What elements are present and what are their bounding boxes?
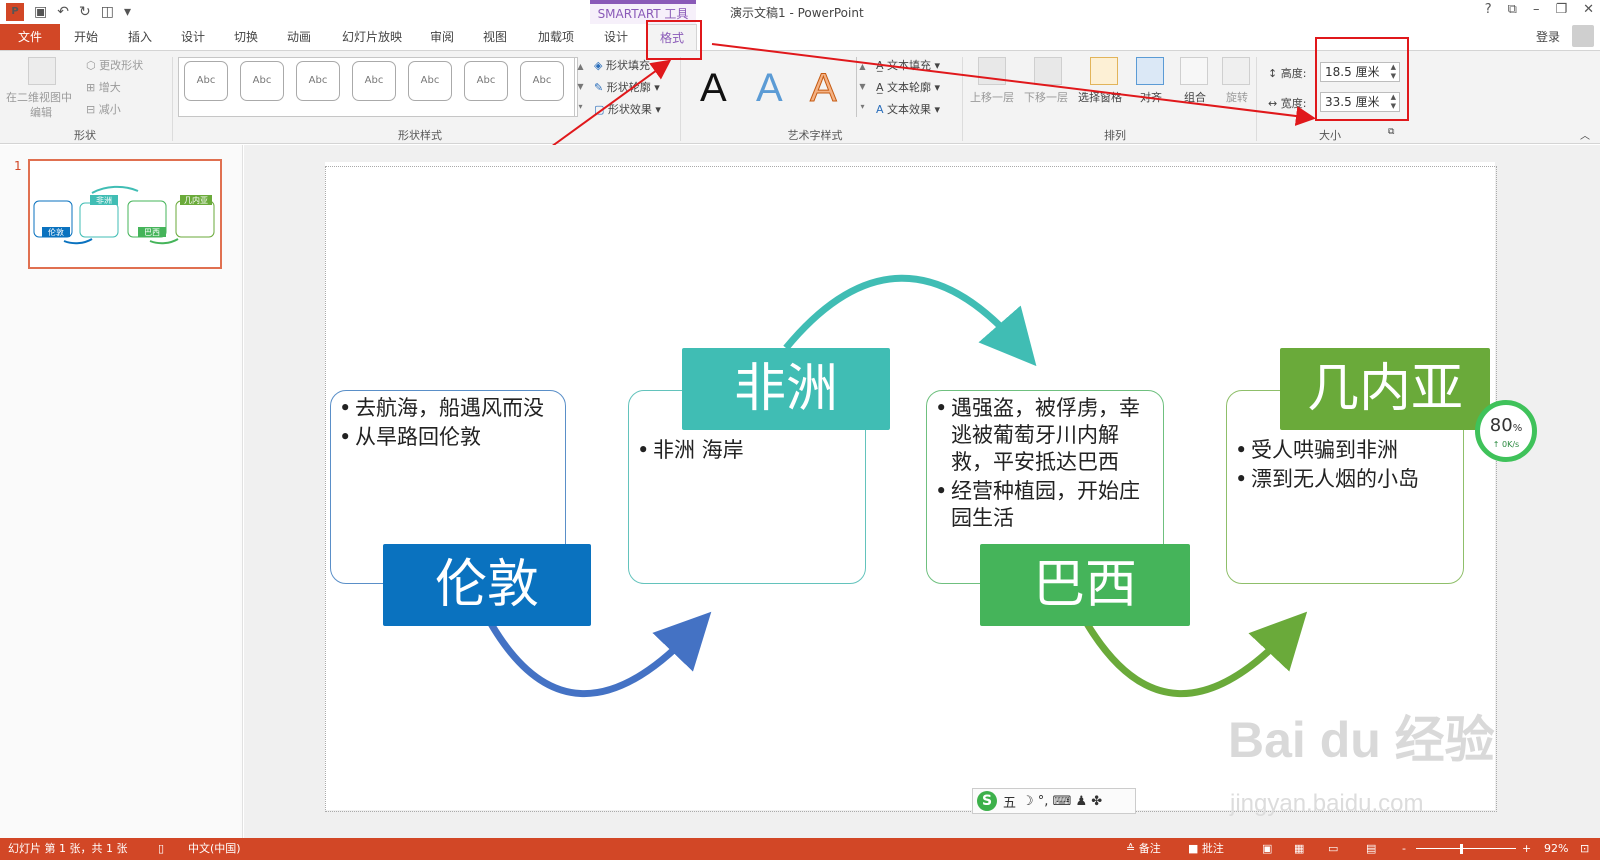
list-item: 受人哄骗到非洲 [1233, 437, 1457, 464]
arrow-brazil-to-guinea [1082, 611, 1308, 697]
zoom-out-button[interactable]: - [1402, 838, 1406, 860]
list-item: 经营种植园，开始庄园生活 [933, 478, 1157, 532]
slideshow-view-icon[interactable]: ▤ [1366, 838, 1376, 860]
title-brazil[interactable]: 巴西 [980, 544, 1190, 626]
ime-toolbar[interactable]: S 五 ☽ °, ⌨ ♟ ✤ [972, 788, 1136, 814]
comments-button[interactable]: ■ 批注 [1188, 838, 1224, 860]
ime-mode[interactable]: 五 [1003, 792, 1016, 811]
list-item: 从旱路回伦敦 [337, 424, 559, 451]
speed-percent: 80% [1480, 415, 1532, 440]
speed-percent-unit: % [1512, 423, 1523, 434]
spellcheck-icon[interactable]: ▯ [158, 838, 164, 860]
status-bar: 幻灯片 第 1 张，共 1 张 ▯ 中文(中国) ≙ 备注 ■ 批注 ▣ ▦ ▭… [0, 838, 1600, 860]
network-speed-widget[interactable]: 80% ↑ 0K/s [1475, 400, 1537, 462]
language-status[interactable]: 中文(中国) [188, 838, 241, 860]
normal-view-icon[interactable]: ▣ [1262, 838, 1272, 860]
brazil-bullets: 遇强盗，被俘虏，幸逃被葡萄牙川内解救，平安抵达巴西 经营种植园，开始庄园生活 [927, 391, 1163, 532]
list-item: 非洲 海岸 [635, 437, 859, 464]
zoom-in-button[interactable]: + [1522, 838, 1531, 860]
title-guinea[interactable]: 几内亚 [1280, 348, 1490, 430]
list-item: 漂到无人烟的小岛 [1233, 466, 1457, 493]
arrow-africa-to-brazil [783, 274, 1037, 367]
notes-button[interactable]: ≙ 备注 [1126, 838, 1161, 860]
london-bullets: 去航海，船遇风而没 从旱路回伦敦 [331, 391, 565, 451]
zoom-slider-track[interactable] [1416, 848, 1516, 849]
list-item: 遇强盗，被俘虏，幸逃被葡萄牙川内解救，平安抵达巴西 [933, 395, 1157, 476]
sogou-ime-icon[interactable]: S [977, 791, 997, 811]
watermark-logo: Bai du 经验 [1228, 712, 1495, 768]
arrow-london-to-africa [486, 611, 712, 697]
title-africa[interactable]: 非洲 [682, 348, 890, 430]
fit-to-window-icon[interactable]: ⊡ [1580, 838, 1589, 860]
slide-count-status[interactable]: 幻灯片 第 1 张，共 1 张 [8, 838, 127, 860]
ime-tool-icons[interactable]: ☽ °, ⌨ ♟ ✤ [1022, 794, 1102, 809]
watermark-url: jingyan.baidu.com [1230, 790, 1424, 817]
zoom-level[interactable]: 92% [1544, 838, 1568, 860]
reading-view-icon[interactable]: ▭ [1328, 838, 1338, 860]
zoom-slider-thumb[interactable] [1460, 844, 1463, 854]
list-item: 去航海，船遇风而没 [337, 395, 559, 422]
title-london[interactable]: 伦敦 [383, 544, 591, 626]
powerpoint-window: P ▣ ↶ ↻ ◫ ▾ SMARTART 工具 演示文稿1 - PowerPoi… [0, 0, 1600, 860]
slide-sorter-icon[interactable]: ▦ [1294, 838, 1304, 860]
speed-rate: ↑ 0K/s [1492, 440, 1520, 449]
speed-percent-value: 80 [1489, 415, 1513, 436]
